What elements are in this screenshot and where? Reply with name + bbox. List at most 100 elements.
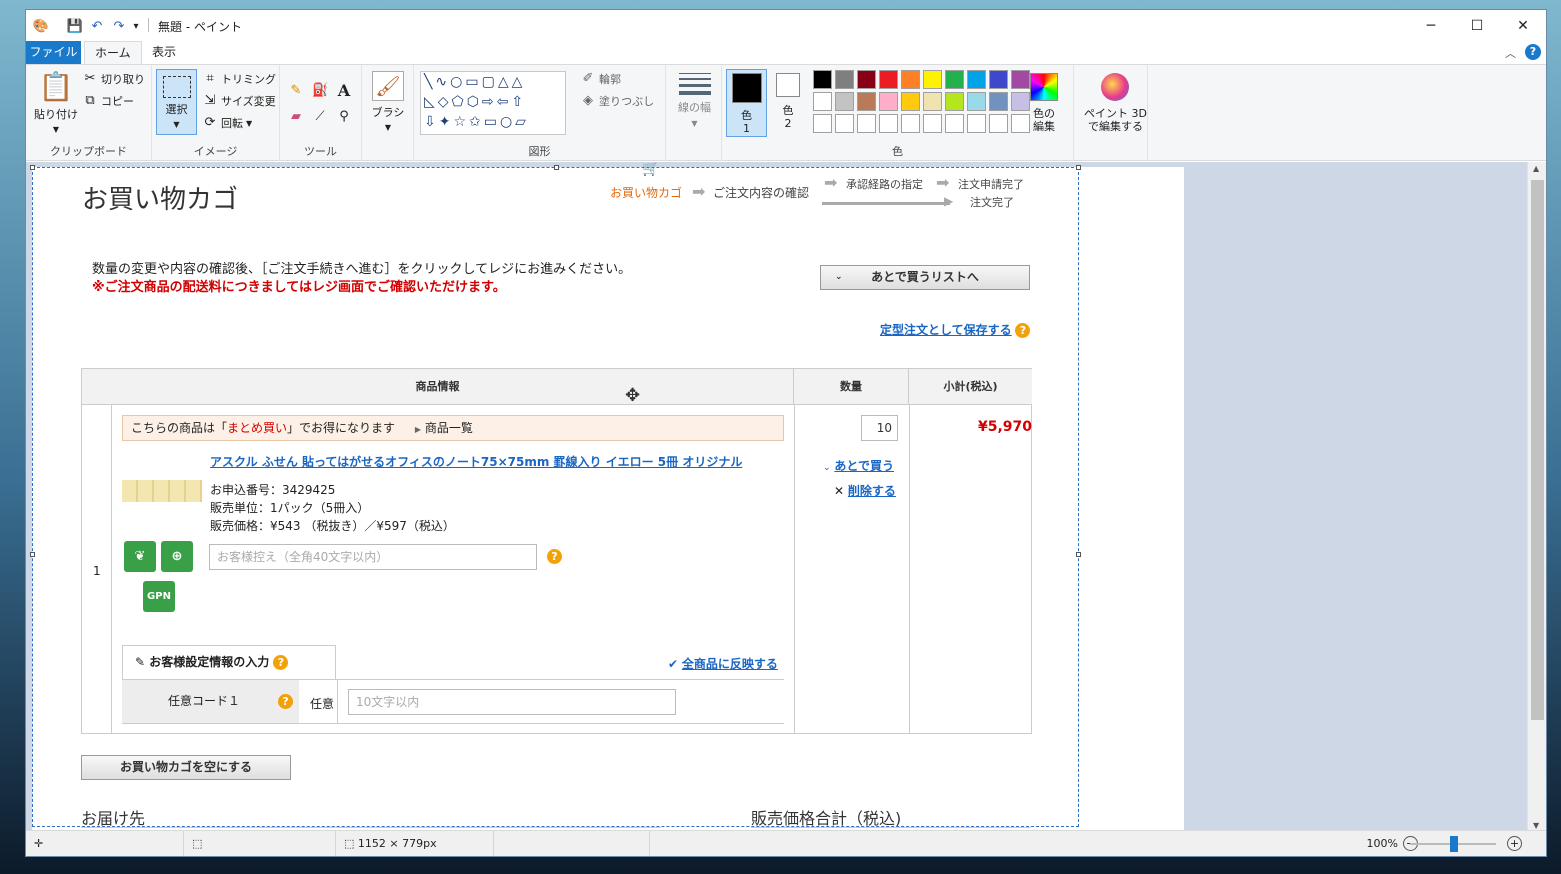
palette-swatch[interactable] xyxy=(857,92,876,111)
memo-input[interactable]: お客様控え（全角40文字以内） xyxy=(209,544,537,570)
custom-color-slot[interactable] xyxy=(857,114,876,133)
fill-shape-button[interactable]: ◈ 塗りつぶし xyxy=(580,93,654,109)
tab-file[interactable]: ファイル xyxy=(26,41,81,64)
edit-colors-button[interactable]: 色の 編集 xyxy=(1030,73,1058,133)
help-icon[interactable]: ? xyxy=(273,655,289,670)
custom-color-slot[interactable] xyxy=(945,114,964,133)
tab-view[interactable]: 表示 xyxy=(142,41,186,64)
custom-color-slot[interactable] xyxy=(923,114,942,133)
empty-cart-button[interactable]: お買い物カゴを空にする xyxy=(81,755,291,780)
vertical-scrollbar[interactable]: ▲ ▼ xyxy=(1527,162,1546,832)
scroll-thumb[interactable] xyxy=(1531,180,1544,720)
rainbow-icon xyxy=(1030,73,1058,101)
eraser-icon[interactable]: ▰ xyxy=(288,109,304,125)
text-icon[interactable]: A xyxy=(336,83,352,99)
gpn-badge[interactable]: GPN xyxy=(143,581,175,612)
magnifier-icon[interactable]: ⚲ xyxy=(336,109,352,125)
maximize-button[interactable]: ☐ xyxy=(1454,10,1500,41)
brush-button[interactable]: 🖌 ブラシ ▼ xyxy=(370,71,406,132)
scroll-down-icon[interactable]: ▼ xyxy=(1533,821,1539,830)
minimize-button[interactable]: ─ xyxy=(1408,10,1454,41)
palette-swatch[interactable] xyxy=(923,92,942,111)
copy-button[interactable]: ⧉ コピー xyxy=(82,93,134,109)
product-name-link[interactable]: アスクル ふせん 貼ってはがせるオフィスのノート75×75mm 罫線入り イエロ… xyxy=(210,453,742,470)
custom-color-slot[interactable] xyxy=(879,114,898,133)
palette-swatch[interactable] xyxy=(1011,70,1030,89)
palette-swatch[interactable] xyxy=(835,70,854,89)
product-list-link[interactable]: 商品一覧 xyxy=(425,421,473,435)
pencil-icon[interactable]: ✎ xyxy=(288,83,304,99)
quantity-input[interactable]: 10 xyxy=(861,415,898,441)
eco-sprout-icon[interactable]: ❦ xyxy=(124,541,156,572)
palette-swatch[interactable] xyxy=(857,70,876,89)
close-button[interactable]: ✕ xyxy=(1500,10,1546,41)
color2-button[interactable]: 色 2 xyxy=(770,73,806,130)
size-button[interactable]: 線の幅 ▼ xyxy=(678,73,711,128)
delete-link[interactable]: 削除する xyxy=(848,484,896,498)
palette-swatch[interactable] xyxy=(879,92,898,111)
apply-all-link[interactable]: 全商品に反映する xyxy=(682,657,778,671)
help-icon[interactable]: ? xyxy=(1015,323,1031,338)
palette-swatch[interactable] xyxy=(945,70,964,89)
help-icon[interactable]: ? xyxy=(1525,44,1541,60)
save-fixed-order-link[interactable]: 定型注文として保存する xyxy=(880,323,1012,337)
custom-color-slot[interactable] xyxy=(989,114,1008,133)
palette-swatch[interactable] xyxy=(923,70,942,89)
palette-swatch[interactable] xyxy=(989,92,1008,111)
paint3d-button[interactable]: ペイント 3D で編集する xyxy=(1084,73,1147,133)
outline-button[interactable]: ✐ 輪郭 xyxy=(580,71,621,87)
code1-input[interactable]: 10文字以内 xyxy=(348,689,676,715)
customize-qat-icon[interactable]: ▾ xyxy=(130,16,142,36)
select-button[interactable]: 選択 ▼ xyxy=(156,69,197,135)
paste-button[interactable]: 📋 貼り付け ▼ xyxy=(34,71,78,135)
custom-color-slot[interactable] xyxy=(967,114,986,133)
group-size: 線の幅 ▼ xyxy=(666,65,722,161)
color1-button[interactable]: 色 1 xyxy=(726,69,767,137)
palette-swatch[interactable] xyxy=(813,92,832,111)
zoom-in-icon[interactable]: + xyxy=(1507,836,1522,851)
collapse-ribbon-icon[interactable]: ︿ xyxy=(1505,45,1516,61)
buy-later-link[interactable]: あとで買う xyxy=(834,459,894,473)
help-icon[interactable]: ? xyxy=(547,549,562,564)
shapes-gallery[interactable]: ╲∿○▭▢△△ ◺◇⬠⬡⇨⇦⇧ ⇩✦☆✩▭○▱ xyxy=(420,71,566,135)
crop-button[interactable]: ⌗ トリミング xyxy=(202,71,276,87)
redo-icon[interactable]: ↷ xyxy=(110,16,128,36)
palette-swatch[interactable] xyxy=(879,70,898,89)
pen-icon: ✎ xyxy=(135,655,146,669)
group-tools: ✎ ⛽ A ▰ ⟋ ⚲ ツール xyxy=(280,65,362,161)
palette-swatch[interactable] xyxy=(813,70,832,89)
canvas-image[interactable]: お買い物カゴ お買い物カゴ 🛒 ➡ ご注文内容の確認 ➡ 承認経路の指定 ➡ 注… xyxy=(32,162,1184,832)
palette-swatch[interactable] xyxy=(835,92,854,111)
product-image[interactable] xyxy=(122,480,202,502)
palette-swatch[interactable] xyxy=(945,92,964,111)
eco-globe-icon[interactable]: ⊕ xyxy=(161,541,193,572)
undo-icon[interactable]: ↶ xyxy=(88,16,106,36)
delete: ✕ 削除する xyxy=(834,482,896,499)
palette-swatch[interactable] xyxy=(967,70,986,89)
palette-swatch[interactable] xyxy=(901,70,920,89)
tab-home[interactable]: ホーム xyxy=(84,41,142,64)
color-picker-icon[interactable]: ⟋ xyxy=(312,109,328,125)
cursor-pos-cell: ✛ xyxy=(26,831,184,856)
fill-icon[interactable]: ⛽ xyxy=(312,83,328,99)
palette-swatch[interactable] xyxy=(989,70,1008,89)
settings-tab[interactable]: ✎ お客様設定情報の入力 ? xyxy=(122,645,336,679)
col-divider xyxy=(111,405,112,733)
palette-swatch[interactable] xyxy=(1011,92,1030,111)
custom-color-slot[interactable] xyxy=(835,114,854,133)
resize-button[interactable]: ⇲ サイズ変更 xyxy=(202,93,276,109)
rotate-button[interactable]: ⟳ 回転 ▼ xyxy=(202,115,253,131)
help-icon[interactable]: ? xyxy=(278,694,293,709)
cut-button[interactable]: ✂ 切り取り xyxy=(82,71,145,87)
custom-color-slot[interactable] xyxy=(813,114,832,133)
zoom-slider-thumb[interactable] xyxy=(1450,836,1458,852)
custom-color-slot[interactable] xyxy=(1011,114,1030,133)
palette-swatch[interactable] xyxy=(967,92,986,111)
later-list-button[interactable]: ⌄ あとで買うリストへ xyxy=(820,265,1030,290)
palette-swatch[interactable] xyxy=(901,92,920,111)
custom-color-slot[interactable] xyxy=(901,114,920,133)
color2-label: 色 2 xyxy=(782,104,794,130)
scroll-up-icon[interactable]: ▲ xyxy=(1533,164,1539,173)
save-icon[interactable]: 💾 xyxy=(66,16,84,36)
edit-colors-label: 色の 編集 xyxy=(1033,107,1055,133)
